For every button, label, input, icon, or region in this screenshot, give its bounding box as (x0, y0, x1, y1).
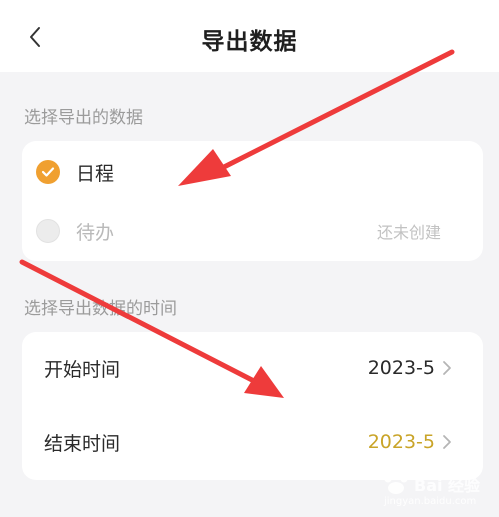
start-time-value: 2023-5 (367, 357, 435, 379)
end-time-value: 2023-5 (367, 431, 435, 453)
chevron-right-icon (443, 435, 451, 449)
option-todo-label: 待办 (76, 221, 115, 244)
option-todo[interactable]: 待办 还未创建 (22, 202, 483, 260)
radio-checked[interactable] (36, 160, 60, 184)
start-time-row[interactable]: 开始时间 2023-5 (22, 338, 483, 398)
end-time-row[interactable]: 结束时间 2023-5 (22, 412, 483, 472)
page-title: 导出数据 (201, 29, 298, 55)
watermark-url: jingyan.baidu.com (384, 496, 477, 507)
header-bar: 导出数据 (0, 0, 499, 72)
option-todo-hint: 还未创建 (376, 223, 441, 242)
time-card: 开始时间 2023-5 结束时间 2023-5 (22, 332, 483, 480)
option-schedule-label: 日程 (76, 162, 115, 185)
end-time-label: 结束时间 (44, 432, 121, 455)
chevron-right-icon (443, 361, 451, 375)
radio-unchecked[interactable] (36, 219, 60, 243)
data-options-card: 日程 待办 还未创建 (22, 141, 483, 261)
option-schedule[interactable]: 日程 (22, 143, 483, 201)
time-section-label: 选择导出数据的时间 (24, 299, 177, 319)
data-section-label: 选择导出的数据 (24, 108, 143, 128)
check-icon (41, 167, 55, 177)
start-time-label: 开始时间 (44, 358, 121, 381)
